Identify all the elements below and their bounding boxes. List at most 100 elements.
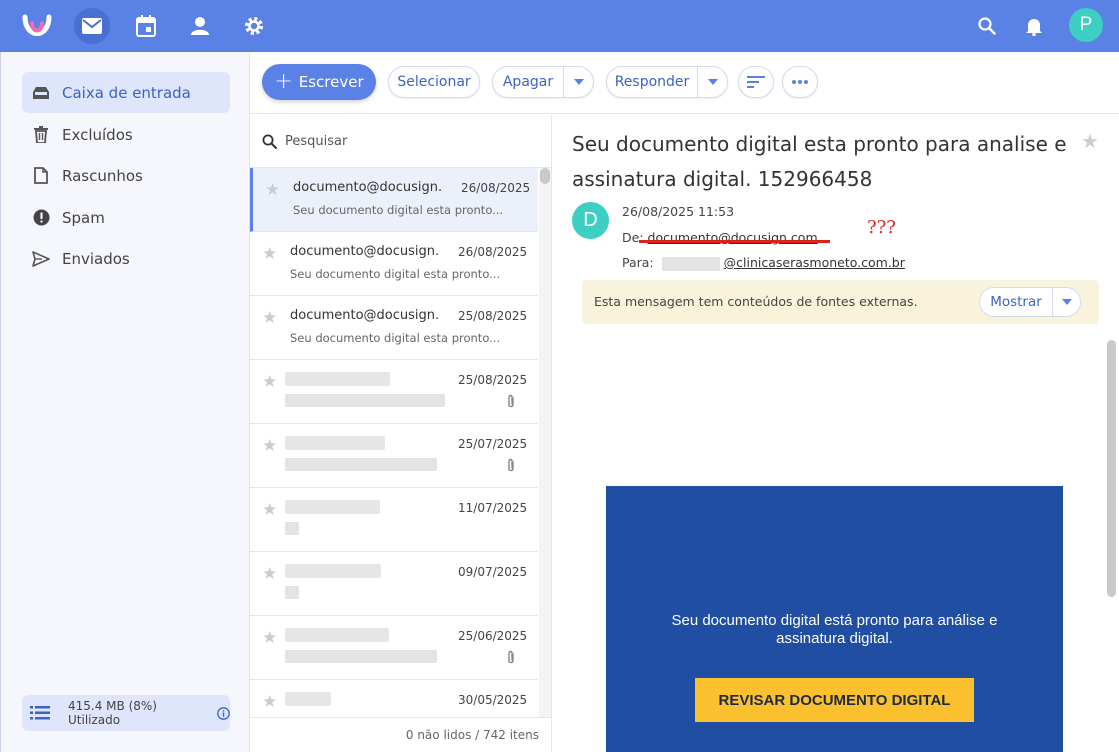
- redacted-preview: [285, 586, 299, 599]
- reply-button[interactable]: Responder: [606, 66, 728, 98]
- redacted-sender: [285, 500, 380, 514]
- redacted-recipient: [661, 256, 720, 271]
- redacted-preview: [285, 458, 437, 471]
- star-icon[interactable]: ★: [262, 244, 277, 264]
- calendar-icon[interactable]: [128, 8, 164, 44]
- sort-button[interactable]: [738, 66, 774, 98]
- annotation-underline: [639, 240, 830, 243]
- redacted-sender: [285, 436, 385, 450]
- show-content-button[interactable]: Mostrar: [979, 287, 1081, 317]
- search-input[interactable]: Pesquisar: [250, 115, 551, 168]
- star-icon[interactable]: ★: [265, 180, 280, 200]
- list-item[interactable]: ★ 11/07/2025: [250, 488, 538, 552]
- message-date: 25/06/2025: [458, 629, 528, 643]
- contacts-icon[interactable]: [182, 8, 218, 44]
- sidebar-item-label: Spam: [62, 208, 105, 227]
- search-placeholder: Pesquisar: [285, 133, 348, 149]
- list-item[interactable]: ★ documento@docusign.com 26/08/2025 Seu …: [250, 232, 538, 296]
- delete-button[interactable]: Apagar: [492, 66, 594, 98]
- list-scrollbar[interactable]: [539, 168, 551, 722]
- message-preview: Seu documento digital esta pronto...: [293, 203, 504, 217]
- annotation-question-marks: ???: [867, 217, 896, 238]
- chevron-down-icon[interactable]: [697, 67, 727, 97]
- message-sender: documento@docusign.com: [290, 244, 440, 259]
- delete-label: Apagar: [502, 74, 554, 90]
- email-body-message: Seu documento digital está pronto para a…: [671, 612, 998, 647]
- star-icon[interactable]: ★: [262, 372, 277, 392]
- paperclip-icon: [506, 458, 516, 477]
- message-date: 26/08/2025: [458, 245, 528, 259]
- message-date: 26/08/2025: [461, 181, 531, 195]
- message-subject: Seu documento digital esta pronto para a…: [572, 132, 1067, 191]
- settings-gear-icon[interactable]: [236, 8, 272, 44]
- chevron-down-icon[interactable]: [563, 67, 593, 97]
- app-logo[interactable]: [19, 9, 55, 43]
- list-icon: [30, 706, 50, 720]
- list-item[interactable]: ★ 25/08/2025: [250, 360, 538, 424]
- to-label: Para:: [622, 255, 654, 270]
- sender-avatar: D: [572, 202, 609, 239]
- message-date: 25/08/2025: [458, 373, 528, 387]
- compose-label: Escrever: [298, 73, 364, 91]
- message-sender: documento@docusign.com: [290, 308, 440, 323]
- message-date: 30/05/2025: [458, 693, 528, 707]
- list-item[interactable]: ★ 09/07/2025: [250, 552, 538, 616]
- inbox-icon: [30, 82, 52, 104]
- sidebar-item-label: Excluídos: [62, 125, 133, 144]
- storage-usage[interactable]: 415.4 MB (8%) Utilizado: [22, 695, 230, 731]
- list-item[interactable]: ★ 25/06/2025: [250, 616, 538, 680]
- message-preview: Seu documento digital esta pronto...: [290, 267, 501, 281]
- paperclip-icon: [506, 650, 516, 669]
- star-icon[interactable]: ★: [262, 628, 277, 648]
- star-icon[interactable]: ★: [262, 564, 277, 584]
- to-line: Para: @clinicaserasmoneto.com.br: [622, 255, 905, 271]
- star-icon[interactable]: ★: [1081, 129, 1099, 153]
- more-button[interactable]: [782, 66, 818, 98]
- sidebar: Caixa de entrada Excluídos Rascunhos Spa…: [0, 52, 250, 752]
- redacted-sender: [285, 564, 381, 578]
- paperclip-icon: [506, 394, 516, 413]
- sort-icon: [747, 76, 765, 88]
- show-label: Mostrar: [990, 294, 1042, 310]
- sidebar-item-inbox[interactable]: Caixa de entrada: [22, 72, 230, 113]
- star-icon[interactable]: ★: [262, 692, 277, 712]
- external-content-banner: Esta mensagem tem conteúdos de fontes ex…: [582, 280, 1099, 324]
- reader-scrollbar[interactable]: [1107, 340, 1116, 597]
- search-icon: [262, 134, 277, 149]
- top-bar: P: [0, 0, 1119, 52]
- info-icon[interactable]: [217, 706, 230, 720]
- select-label: Selecionar: [397, 74, 471, 90]
- star-icon[interactable]: ★: [262, 436, 277, 456]
- bell-icon[interactable]: [1021, 13, 1047, 39]
- to-address[interactable]: @clinicaserasmoneto.com.br: [724, 255, 905, 270]
- external-content-notice: Esta mensagem tem conteúdos de fontes ex…: [594, 294, 918, 309]
- spam-icon: [30, 207, 52, 229]
- sidebar-item-drafts[interactable]: Rascunhos: [22, 155, 230, 196]
- message-date: 25/08/2025: [458, 309, 528, 323]
- sidebar-item-sent[interactable]: Enviados: [22, 238, 230, 279]
- sidebar-item-label: Caixa de entrada: [62, 83, 191, 102]
- mail-icon[interactable]: [74, 8, 110, 44]
- reading-pane: Seu documento digital esta pronto para a…: [553, 115, 1119, 752]
- user-avatar[interactable]: P: [1069, 8, 1103, 42]
- sidebar-item-spam[interactable]: Spam: [22, 197, 230, 238]
- redacted-preview: [285, 650, 437, 663]
- list-item[interactable]: ★ 25/07/2025: [250, 424, 538, 488]
- scrollbar-thumb[interactable]: [540, 168, 550, 184]
- select-button[interactable]: Selecionar: [388, 66, 480, 98]
- redacted-sender: [285, 372, 390, 386]
- star-icon[interactable]: ★: [262, 500, 277, 520]
- trash-icon: [30, 124, 52, 146]
- message-datetime: 26/08/2025 11:53: [622, 204, 735, 219]
- sidebar-item-trash[interactable]: Excluídos: [22, 114, 230, 155]
- list-item[interactable]: ★ documento@docusign.com 26/08/2025 Seu …: [250, 168, 538, 232]
- redacted-sender: [285, 628, 389, 642]
- list-item[interactable]: ★ documento@docusign.com 25/08/2025 Seu …: [250, 296, 538, 360]
- search-icon[interactable]: [974, 13, 1000, 39]
- compose-button[interactable]: + Escrever: [262, 64, 376, 100]
- more-dots-icon: [792, 80, 808, 84]
- review-document-button[interactable]: REVISAR DOCUMENTO DIGITAL: [695, 678, 974, 722]
- storage-label: 415.4 MB (8%) Utilizado: [68, 699, 157, 727]
- chevron-down-icon[interactable]: [1052, 288, 1080, 316]
- star-icon[interactable]: ★: [262, 308, 277, 328]
